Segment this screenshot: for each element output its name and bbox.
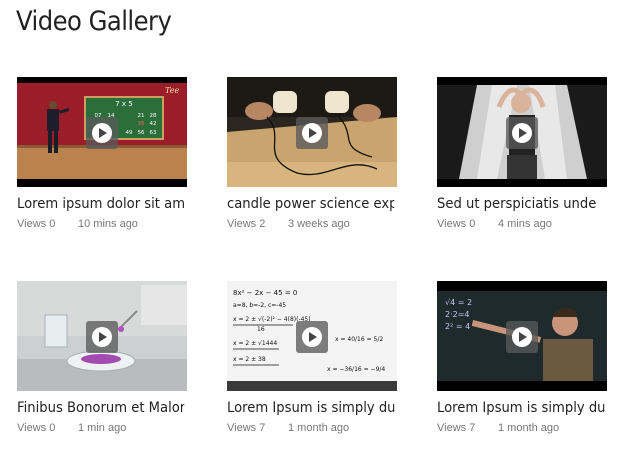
board-line: 2² = 4 xyxy=(445,322,470,331)
play-icon xyxy=(512,123,532,143)
video-thumbnail[interactable] xyxy=(227,77,397,187)
video-title[interactable]: Finibus Bonorum et Maloru xyxy=(17,400,184,416)
video-meta: Views 0 10 mins ago xyxy=(17,218,197,230)
video-gallery: Video Gallery 7 x 5 07 14 21 28 35 42 49 xyxy=(0,0,632,464)
video-meta: Views 0 4 mins ago xyxy=(437,218,617,230)
page-title: Video Gallery xyxy=(16,6,172,37)
upload-time: 1 month ago xyxy=(498,422,560,434)
play-icon xyxy=(92,327,112,347)
video-card[interactable]: √4 = 2 2·2=4 2² = 4 Lorem Ipsum is simpl… xyxy=(437,281,617,434)
view-count: Views 0 xyxy=(437,218,476,230)
view-count: Views 0 xyxy=(17,422,56,434)
upload-time: 1 month ago xyxy=(288,422,350,434)
board-cell: 49 xyxy=(126,130,133,136)
play-button[interactable] xyxy=(86,117,118,149)
board-line: a=8, b=-2, c=-45 xyxy=(233,302,286,309)
board-cell: 28 xyxy=(150,113,157,119)
video-thumbnail[interactable]: 8x² − 2x − 45 = 0 a=8, b=-2, c=-45 x = 2… xyxy=(227,281,397,391)
view-count: Views 0 xyxy=(17,218,56,230)
video-card[interactable]: candle power science expe Views 2 3 weeks… xyxy=(227,77,407,230)
upload-time: 4 mins ago xyxy=(498,218,552,230)
board-line: 16 xyxy=(257,326,265,333)
play-button[interactable] xyxy=(506,321,538,353)
play-icon xyxy=(302,327,322,347)
board-line: √4 = 2 xyxy=(445,298,472,307)
board-line: x = 2 ± √1444 xyxy=(233,340,277,347)
view-count: Views 2 xyxy=(227,218,266,230)
board-cell: 35 xyxy=(138,121,145,127)
upload-time: 10 mins ago xyxy=(78,218,138,230)
upload-time: 3 weeks ago xyxy=(288,218,350,230)
play-icon xyxy=(92,123,112,143)
board-line: x = 40/16 = 5/2 xyxy=(335,336,383,343)
play-icon xyxy=(512,327,532,347)
video-thumbnail[interactable] xyxy=(437,77,607,187)
play-button[interactable] xyxy=(296,321,328,353)
video-title[interactable]: Lorem ipsum dolor sit ame xyxy=(17,196,184,212)
video-thumbnail[interactable]: 7 x 5 07 14 21 28 35 42 49 56 63 Tee xyxy=(17,77,187,187)
play-button[interactable] xyxy=(506,117,538,149)
svg-text:Tee: Tee xyxy=(165,86,179,95)
video-thumbnail[interactable]: √4 = 2 2·2=4 2² = 4 xyxy=(437,281,607,391)
video-title[interactable]: Lorem Ipsum is simply dum xyxy=(227,400,394,416)
play-icon xyxy=(302,123,322,143)
upload-time: 1 min ago xyxy=(78,422,127,434)
video-meta: Views 2 3 weeks ago xyxy=(227,218,407,230)
board-line: x = −36/16 = −9/4 xyxy=(327,366,385,373)
video-title[interactable]: Lorem Ipsum is simply dum xyxy=(437,400,604,416)
video-meta: Views 7 1 month ago xyxy=(227,422,407,434)
play-button[interactable] xyxy=(86,321,118,353)
video-meta: Views 0 1 min ago xyxy=(17,422,197,434)
video-meta: Views 7 1 month ago xyxy=(437,422,617,434)
board-line: 2·2=4 xyxy=(445,310,470,319)
board-cell: 21 xyxy=(138,113,145,119)
video-title[interactable]: Sed ut perspiciatis unde xyxy=(437,196,604,212)
board-line: 8x² − 2x − 45 = 0 xyxy=(233,289,297,297)
view-count: Views 7 xyxy=(437,422,476,434)
board-line: x = 2 ± 38 xyxy=(233,356,266,363)
board-cell: 56 xyxy=(138,130,145,136)
board-cell: 42 xyxy=(150,121,157,127)
video-card[interactable]: 8x² − 2x − 45 = 0 a=8, b=-2, c=-45 x = 2… xyxy=(227,281,407,434)
view-count: Views 7 xyxy=(227,422,266,434)
board-heading: 7 x 5 xyxy=(115,100,133,108)
video-card[interactable]: 7 x 5 07 14 21 28 35 42 49 56 63 Tee Lor… xyxy=(17,77,197,230)
video-card[interactable]: Sed ut perspiciatis unde Views 0 4 mins a… xyxy=(437,77,617,230)
video-card[interactable]: Finibus Bonorum et Maloru Views 0 1 min a… xyxy=(17,281,197,434)
play-button[interactable] xyxy=(296,117,328,149)
board-cell: 63 xyxy=(150,130,157,136)
video-title[interactable]: candle power science expe xyxy=(227,196,394,212)
video-thumbnail[interactable] xyxy=(17,281,187,391)
